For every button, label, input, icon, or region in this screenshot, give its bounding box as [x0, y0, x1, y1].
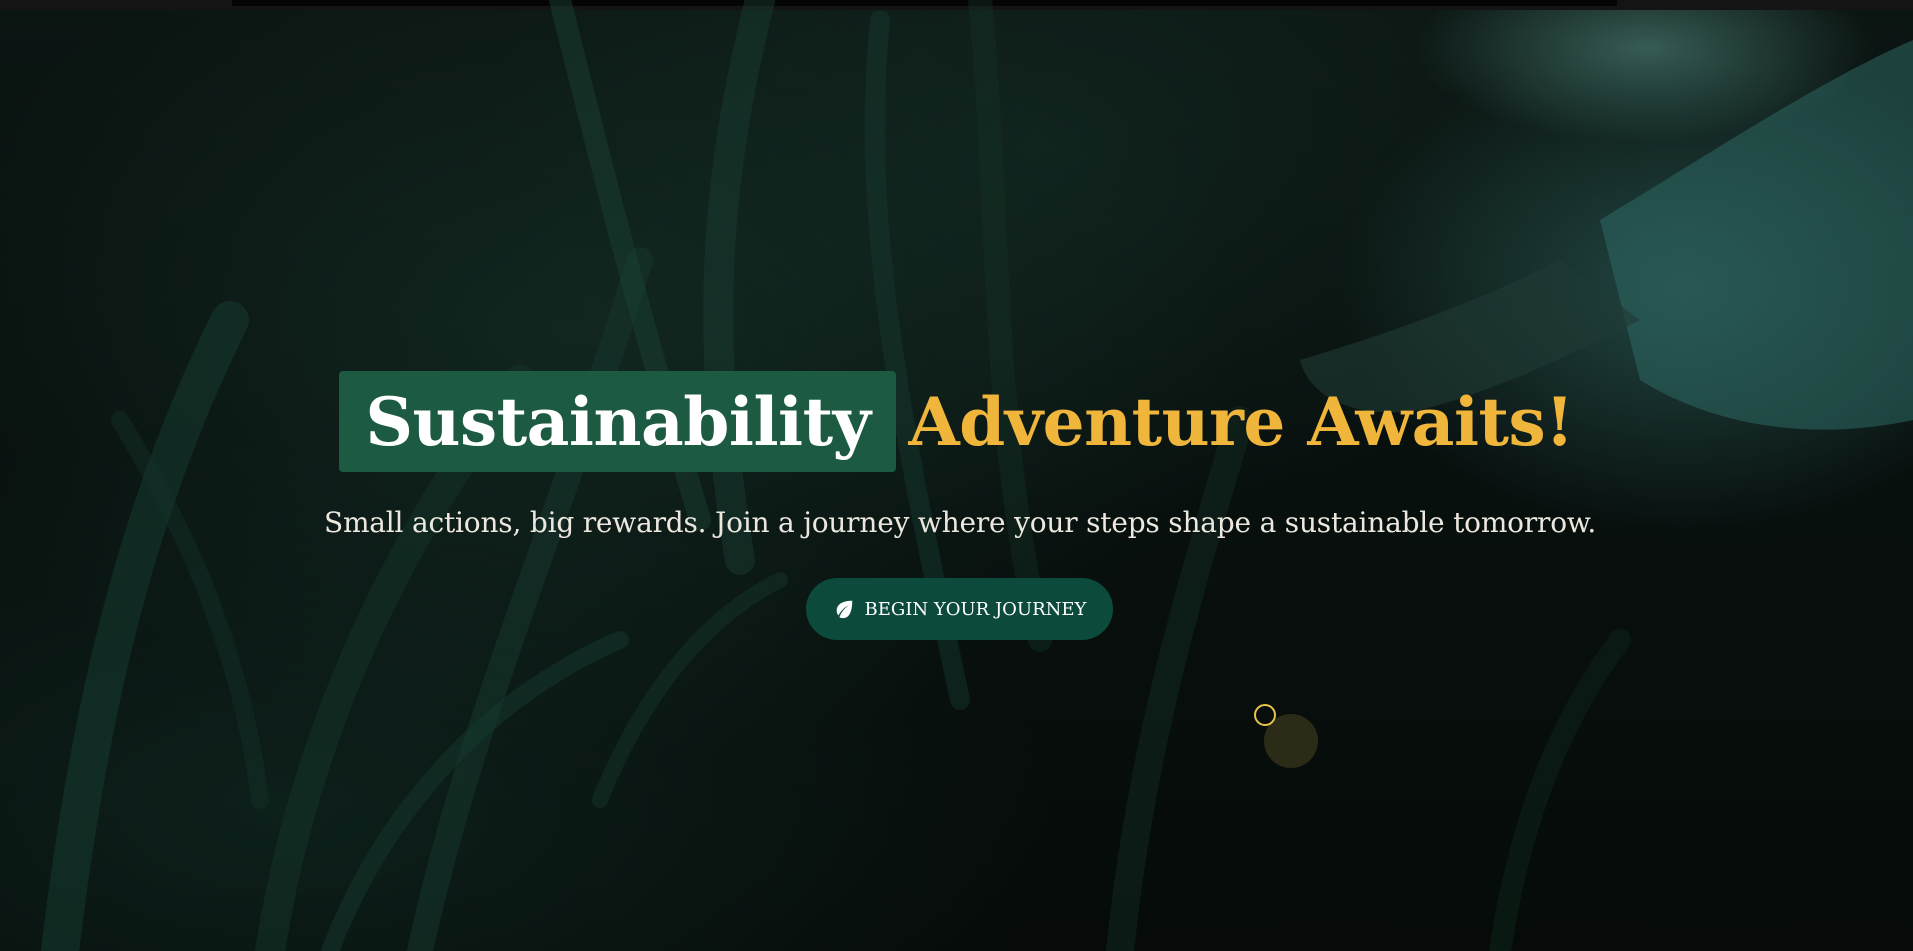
begin-journey-button-label: BEGIN YOUR JOURNEY: [864, 598, 1087, 620]
begin-journey-button[interactable]: BEGIN YOUR JOURNEY: [806, 578, 1113, 640]
hero-subtitle: Small actions, big rewards. Join a journ…: [323, 506, 1597, 539]
background-leaves-image: [41, 0, 1913, 951]
hero-title: Sustainability Adventure Awaits!: [0, 371, 1913, 472]
cursor-ring-icon: [1254, 704, 1276, 726]
title-highlight-text: Sustainability: [365, 382, 871, 461]
title-highlight-box: Sustainability: [339, 371, 897, 472]
hero-section: Sustainability Adventure Awaits! Small a…: [0, 0, 1913, 951]
title-accent-text: Adventure Awaits!: [908, 382, 1574, 461]
leaf-icon: [833, 598, 855, 620]
